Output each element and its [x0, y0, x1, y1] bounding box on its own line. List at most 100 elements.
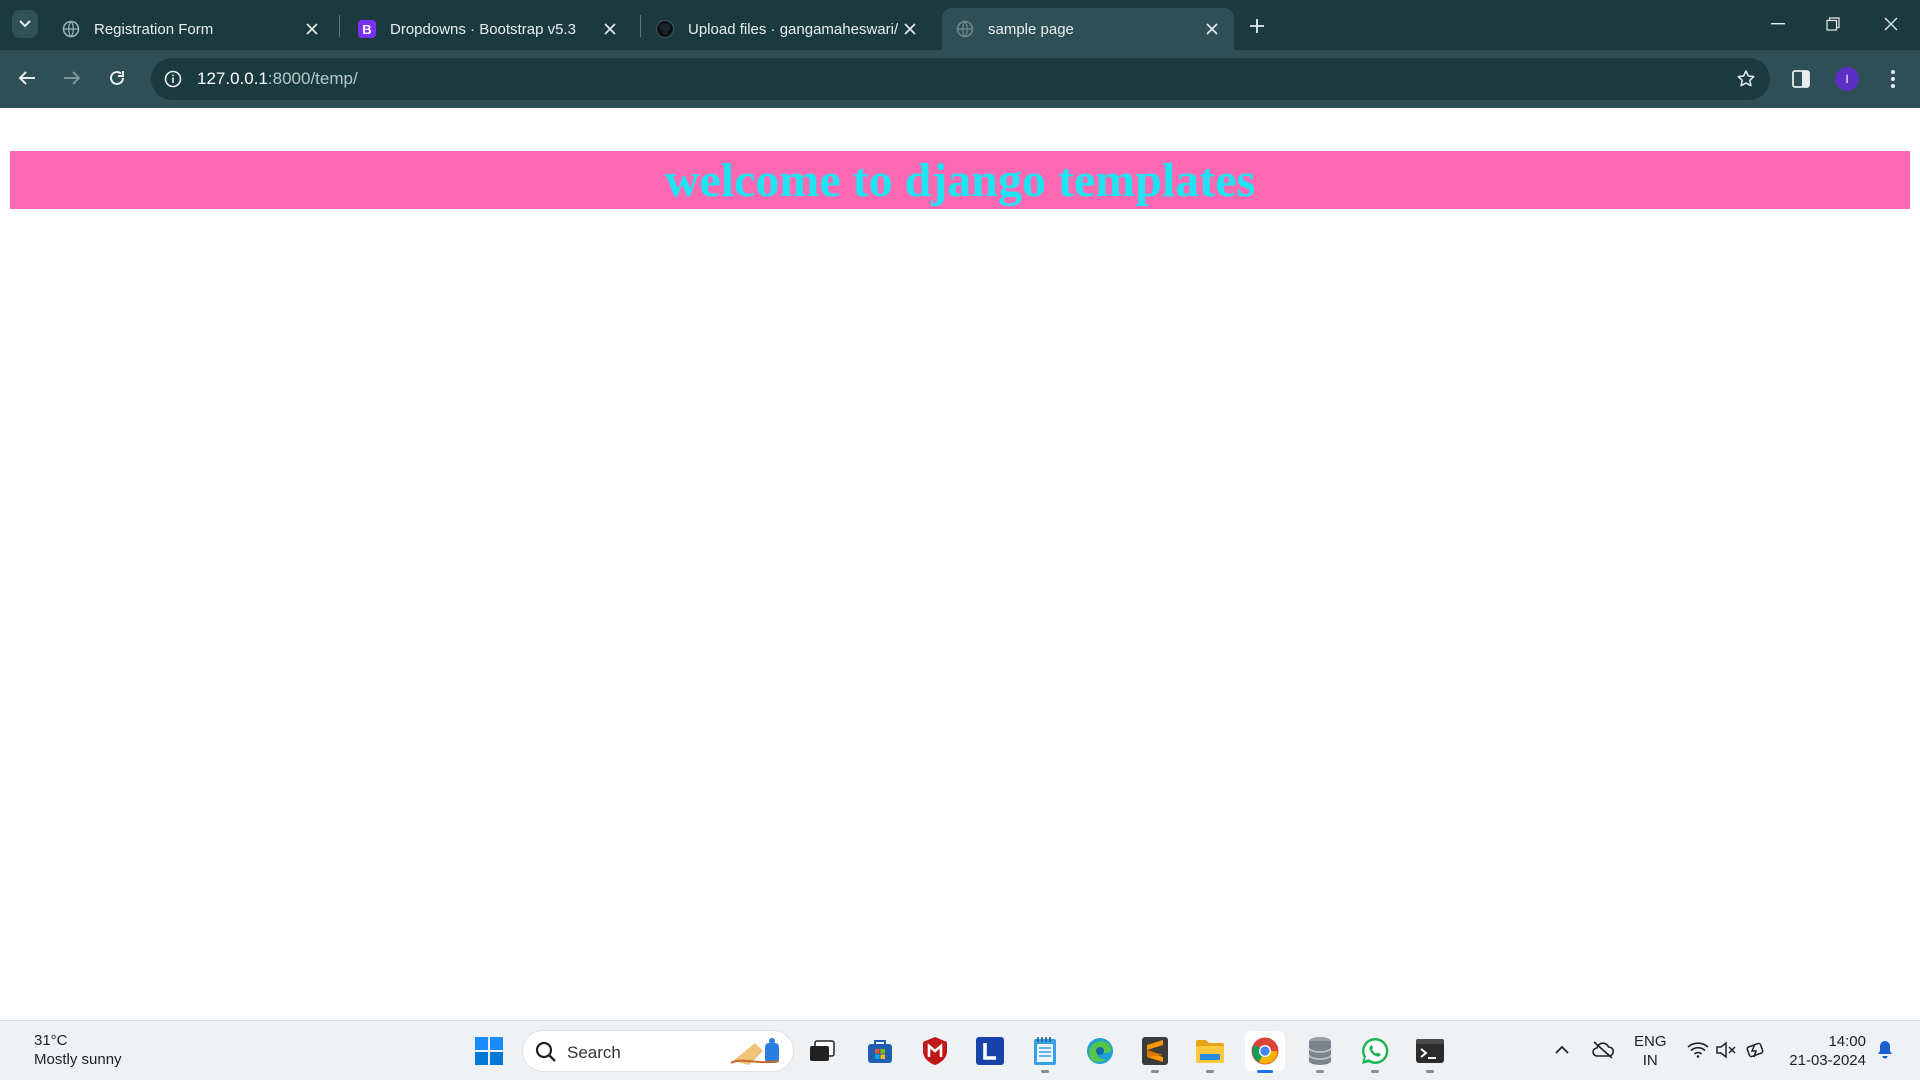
start-button[interactable]: [469, 1031, 509, 1071]
close-tab-icon[interactable]: [598, 17, 622, 41]
sublime-text-app[interactable]: [1135, 1031, 1175, 1073]
url-text[interactable]: 127.0.0.1:8000/temp/: [197, 69, 358, 89]
close-tab-icon[interactable]: [898, 17, 922, 41]
terminal-icon: [1416, 1039, 1444, 1063]
profile-button[interactable]: I: [1832, 64, 1862, 94]
language-code: ENG: [1634, 1033, 1667, 1050]
edge-icon: [1087, 1038, 1113, 1064]
weather-widget[interactable]: 31°C Mostly sunny: [34, 1031, 122, 1069]
terminal-app[interactable]: [1410, 1031, 1450, 1073]
notifications-button[interactable]: [1874, 1039, 1896, 1061]
bell-icon: [1878, 1041, 1892, 1059]
new-tab-button[interactable]: [1243, 12, 1271, 40]
network-status[interactable]: [1686, 1039, 1710, 1061]
address-bar[interactable]: 127.0.0.1:8000/temp/: [151, 58, 1770, 100]
wifi-icon: [1687, 1042, 1709, 1058]
search-icon: [535, 1041, 557, 1068]
close-tab-icon[interactable]: [300, 17, 324, 41]
site-info-icon[interactable]: [161, 67, 185, 91]
page-title: welcome to django templates: [664, 154, 1256, 207]
tab-divider: [640, 15, 641, 37]
globe-icon: [62, 20, 80, 38]
file-explorer-app[interactable]: [1190, 1031, 1230, 1073]
database-icon: [1308, 1037, 1332, 1065]
running-indicator: [1206, 1070, 1214, 1073]
volume-muted-icon: [1716, 1041, 1736, 1059]
whatsapp-app[interactable]: [1355, 1031, 1395, 1073]
folder-icon: [1196, 1040, 1224, 1063]
search-placeholder: Search: [567, 1043, 621, 1062]
battery-charging-icon: [1746, 1042, 1764, 1058]
plus-icon: [1250, 19, 1264, 33]
task-view-icon: [810, 1040, 835, 1061]
running-indicator: [1316, 1070, 1324, 1073]
windows-taskbar: 31°C Mostly sunny Search ENG IN 14:00 21…: [0, 1020, 1920, 1080]
chrome-app[interactable]: [1245, 1031, 1285, 1073]
tab-title: Registration Form: [94, 20, 214, 38]
language-indicator[interactable]: ENG IN: [1634, 1032, 1667, 1070]
restore-icon: [1826, 17, 1840, 31]
bookmark-star-icon[interactable]: [1734, 67, 1758, 91]
tab-divider: [339, 15, 340, 37]
running-indicator: [1257, 1070, 1273, 1073]
store-icon: [868, 1040, 892, 1063]
onedrive-status[interactable]: [1590, 1039, 1616, 1061]
chrome-icon: [1251, 1037, 1279, 1065]
tab-title: Dropdowns · Bootstrap v5.3: [390, 20, 576, 38]
edge-app[interactable]: [1080, 1031, 1120, 1071]
globe-icon: [956, 20, 974, 38]
page-viewport: welcome to django templates: [0, 108, 1920, 1020]
back-button[interactable]: [11, 62, 43, 94]
notepad-app[interactable]: [1025, 1031, 1065, 1073]
close-window-button[interactable]: [1873, 10, 1909, 38]
weather-condition: Mostly sunny: [34, 1051, 122, 1068]
url-path: :8000/temp/: [267, 69, 358, 88]
forward-arrow-icon: [64, 71, 81, 85]
battery-status[interactable]: [1744, 1039, 1768, 1061]
windows-logo-icon: [475, 1037, 503, 1065]
l-app[interactable]: [970, 1031, 1010, 1071]
browser-toolbar: 127.0.0.1:8000/temp/ I: [0, 50, 1920, 108]
database-app[interactable]: [1300, 1031, 1340, 1073]
tab-registration-form[interactable]: Registration Form: [48, 8, 334, 50]
clock-time: 14:00: [1828, 1033, 1866, 1050]
side-panel-icon: [1792, 70, 1810, 88]
bootstrap-icon: B: [358, 20, 376, 38]
svg-text:B: B: [362, 22, 371, 37]
taskbar-search[interactable]: Search: [522, 1030, 794, 1072]
page-banner: welcome to django templates: [10, 151, 1910, 209]
avatar: I: [1835, 67, 1859, 91]
show-hidden-icons-button[interactable]: [1552, 1039, 1572, 1059]
side-panel-button[interactable]: [1786, 64, 1816, 94]
tab-title: sample page: [988, 20, 1074, 38]
sublime-icon: [1142, 1037, 1168, 1065]
mcafee-shield-icon: [923, 1037, 947, 1065]
github-icon: [656, 20, 674, 38]
reload-button[interactable]: [101, 62, 133, 94]
microsoft-store-app[interactable]: [860, 1031, 900, 1071]
close-tab-icon[interactable]: [1200, 17, 1224, 41]
notepad-icon: [1034, 1037, 1056, 1065]
minimize-button[interactable]: [1760, 10, 1796, 38]
clock[interactable]: 14:00 21-03-2024: [1786, 1032, 1866, 1070]
tab-dropdowns-bootstrap[interactable]: B Dropdowns · Bootstrap v5.3: [344, 8, 632, 50]
running-indicator: [1371, 1070, 1379, 1073]
running-indicator: [1041, 1070, 1049, 1073]
cloud-off-icon: [1592, 1041, 1615, 1059]
chrome-menu-button[interactable]: [1878, 64, 1908, 94]
forward-button[interactable]: [56, 62, 88, 94]
tab-title: Upload files · gangamaheswari/: [688, 20, 898, 38]
task-view-button[interactable]: [802, 1031, 842, 1071]
tab-search-button[interactable]: [12, 10, 38, 38]
minimize-icon: [1771, 23, 1785, 25]
tab-upload-files[interactable]: Upload files · gangamaheswari/: [642, 8, 932, 50]
running-indicator: [1426, 1070, 1434, 1073]
volume-status[interactable]: [1714, 1039, 1738, 1061]
tab-sample-page[interactable]: sample page: [942, 8, 1234, 50]
tab-strip: Registration Form B Dropdowns · Bootstra…: [0, 0, 1920, 50]
mcafee-app[interactable]: [915, 1031, 955, 1071]
whatsapp-icon: [1362, 1037, 1389, 1064]
weather-temp: 31°C: [34, 1032, 68, 1049]
close-icon: [1884, 17, 1898, 31]
restore-button[interactable]: [1815, 10, 1851, 38]
